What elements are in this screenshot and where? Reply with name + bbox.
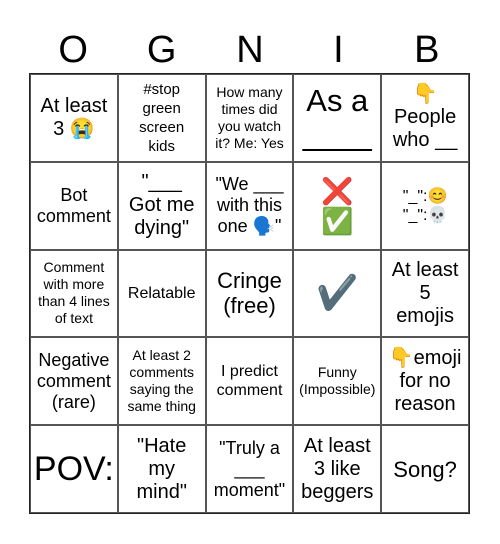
bingo-cell[interactable]: Funny (Impossible) <box>293 337 382 426</box>
bingo-cell-free[interactable]: ✔️ <box>293 249 382 338</box>
bingo-cell[interactable]: "Hate my mind" <box>117 425 206 513</box>
bingo-cell[interactable]: Comment with more than 4 lines of text <box>30 249 118 338</box>
bingo-cell[interactable]: "___ Got me dying" <box>117 161 206 250</box>
bingo-grid: At least 3 😭 #stop green screen kids How… <box>29 73 470 514</box>
header-letter-n: N <box>236 29 264 71</box>
bingo-cell[interactable]: As a ____ <box>293 74 382 162</box>
bingo-cell[interactable]: At least 5 emojis <box>381 249 469 338</box>
bingo-cell[interactable]: "_":😊 "_":💀 <box>381 161 469 250</box>
bingo-cell[interactable]: Song? <box>381 425 469 513</box>
bingo-cell[interactable]: At least 2 comments saying the same thin… <box>117 337 206 426</box>
bingo-cell[interactable]: ❌ ✅ <box>293 161 382 250</box>
bingo-cell[interactable]: Negative comment (rare) <box>30 337 118 426</box>
header-letter-o: O <box>58 29 88 71</box>
bingo-cell[interactable]: #stop green screen kids <box>117 74 206 162</box>
header-letter-g: G <box>146 29 177 71</box>
bingo-cell[interactable]: "We ___ with this one 🗣️" <box>205 161 294 250</box>
bingo-cell[interactable]: Bot comment <box>30 161 118 250</box>
bingo-cell[interactable]: POV: <box>30 425 118 513</box>
bingo-cell[interactable]: I predict comment <box>205 337 294 426</box>
bingo-cell[interactable]: How many times did you watch it? Me: Yes <box>205 74 294 162</box>
bingo-cell[interactable]: Relatable <box>117 249 206 338</box>
bingo-cell[interactable]: At least 3 😭 <box>30 74 118 162</box>
header-letter-i: I <box>333 29 344 71</box>
bingo-cell[interactable]: 👇emoji for no reason <box>381 337 469 426</box>
bingo-cell[interactable]: 👇 People who __ <box>381 74 469 162</box>
bingo-header: O G N I B <box>29 28 471 72</box>
bingo-cell[interactable]: At least 3 like beggers <box>293 425 382 513</box>
bingo-cell[interactable]: Cringe (free) <box>205 249 294 338</box>
header-letter-b: B <box>414 29 440 71</box>
bingo-cell[interactable]: "Truly a ___ moment" <box>205 425 294 513</box>
